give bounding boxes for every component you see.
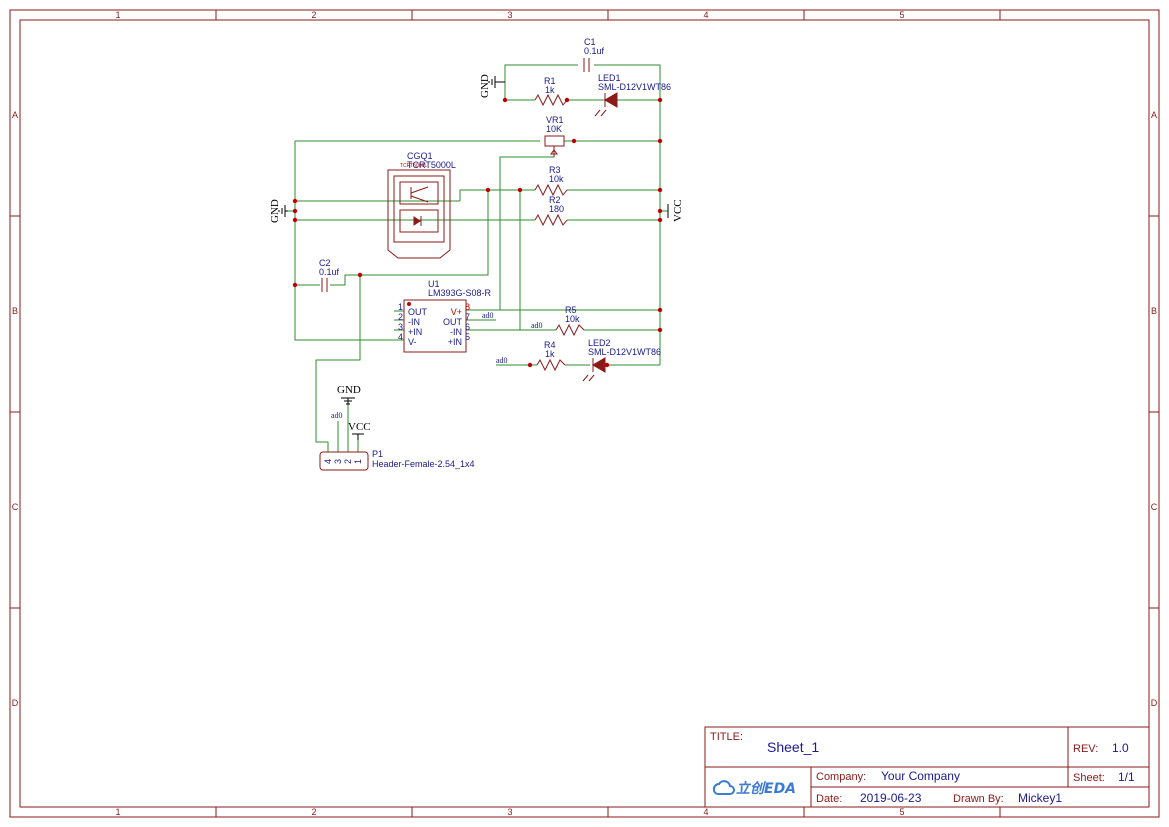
net-label-ad0: ad0 [496, 356, 508, 365]
date-value: 2019-06-23 [860, 791, 922, 805]
sheet-frame [9, 9, 1160, 818]
r3-value: 10k [549, 174, 564, 184]
u1-pin-num: 2 [398, 312, 403, 322]
net-label-ad0: ad0 [531, 321, 543, 330]
drawn-by-label: Drawn By: [953, 793, 1004, 805]
p1-pin-num: 4 [323, 459, 333, 464]
u1-pin-name: V+ [451, 307, 462, 317]
col-label: 5 [899, 10, 904, 20]
u1-pin-num: 4 [398, 332, 403, 342]
led-led2[interactable]: LED2 SML-D12V1WT86 [582, 338, 661, 382]
header-p1[interactable]: 4 3 2 1 P1 Header-Female-2.54_1x4 [319, 449, 475, 471]
cgq1-silk: TCRT5000L [400, 163, 427, 169]
gnd-symbol-bottom: GND [337, 384, 361, 405]
gnd-label: GND [479, 74, 491, 98]
u1-pin-num: 8 [465, 302, 470, 312]
u1-pin-name: OUT [443, 317, 463, 327]
u1-pin-name: -IN [450, 327, 462, 337]
row-label: C [12, 502, 19, 512]
eda-logo: 立创EDA [712, 780, 796, 797]
drawn-by-value: Mickey1 [1018, 791, 1062, 805]
u1-pin-num: 1 [398, 302, 403, 312]
col-label: 3 [507, 10, 512, 20]
u1-pin-name: -IN [408, 317, 420, 327]
row-label: A [12, 110, 18, 120]
col-label: 3 [507, 807, 512, 817]
vr1-value: 10K [546, 124, 562, 134]
row-label: A [1151, 110, 1157, 120]
vcc-symbol-right: VCC [667, 199, 684, 222]
resistor-r2[interactable]: R2 180 [534, 195, 568, 227]
date-label: Date: [816, 793, 842, 805]
p1-ref: P1 [372, 449, 383, 459]
resistor-r1[interactable]: R1 1k [534, 76, 568, 107]
row-label: B [1151, 306, 1157, 316]
p1-pin-num: 3 [333, 459, 343, 464]
p1-pin-num: 1 [353, 459, 363, 464]
sheet-label: Sheet: [1073, 772, 1105, 784]
company-value: Your Company [881, 769, 960, 783]
led1-value: SML-D12V1WT86 [598, 82, 671, 92]
resistor-r3[interactable]: R3 10k [534, 165, 568, 197]
col-label: 1 [115, 807, 120, 817]
net-label-ad0: ad0 [482, 311, 494, 320]
schematic-canvas: 1 2 3 4 5 1 2 3 4 5 A B C D A B C D C1 0… [9, 9, 1160, 818]
eda-logo-text: 立创EDA [736, 780, 796, 797]
u1-pin-num: 7 [465, 312, 470, 322]
row-label: D [12, 698, 19, 708]
gnd-symbol-left: GND [269, 199, 288, 223]
rev-value: 1.0 [1112, 741, 1129, 755]
row-label: B [12, 306, 18, 316]
c2-value: 0.1uf [319, 267, 340, 277]
led2-value: SML-D12V1WT86 [588, 347, 661, 357]
u1-pin-num: 3 [398, 322, 403, 332]
junctions [292, 97, 663, 368]
vcc-symbol-bottom: VCC [348, 421, 371, 440]
rev-label: REV: [1073, 743, 1098, 755]
row-label: C [1151, 502, 1158, 512]
sheet-title: Sheet_1 [767, 739, 819, 755]
r2-value: 180 [549, 204, 564, 214]
col-label: 2 [311, 807, 316, 817]
r4-value: 1k [545, 349, 555, 359]
frame-column-labels: 1 2 3 4 5 1 2 3 4 5 [115, 10, 904, 817]
p1-value: Header-Female-2.54_1x4 [372, 459, 475, 469]
gnd-label: GND [269, 199, 281, 223]
vcc-label: VCC [672, 199, 684, 222]
resistor-r4[interactable]: R4 1k [536, 340, 566, 372]
col-label: 4 [703, 807, 708, 817]
c1-value: 0.1uf [584, 46, 605, 56]
gnd-label: GND [337, 384, 361, 396]
u1-pin-name: OUT [408, 307, 428, 317]
u1-pin-num: 6 [465, 322, 470, 332]
title-block: TITLE: Sheet_1 REV: 1.0 Company: Your Co… [704, 726, 1150, 808]
ic-u1[interactable]: U1 LM393G-S08-R 1 2 3 4 OUT -IN +IN V- 8… [398, 279, 492, 353]
row-label: D [1151, 698, 1158, 708]
p1-pin-num: 2 [343, 459, 353, 464]
col-label: 5 [899, 807, 904, 817]
col-label: 2 [311, 10, 316, 20]
u1-value: LM393G-S08-R [428, 288, 492, 298]
net-label-ad0: ad0 [331, 411, 343, 420]
col-label: 4 [703, 10, 708, 20]
company-label: Company: [816, 771, 866, 783]
r1-value: 1k [545, 85, 555, 95]
u1-pin-name: +IN [448, 337, 462, 347]
potentiometer-vr1[interactable]: VR1 10K [544, 115, 565, 157]
sensor-cgq1[interactable]: CGQ1 TCRT5000L TCRT5000L [387, 151, 456, 259]
gnd-symbol-top: GND [479, 74, 505, 98]
frame-row-labels: A B C D A B C D [12, 110, 1158, 708]
col-label: 1 [115, 10, 120, 20]
sheet-value: 1/1 [1118, 770, 1135, 784]
vcc-label: VCC [348, 421, 371, 433]
capacitor-c2[interactable]: C2 0.1uf [319, 258, 340, 292]
capacitor-c1[interactable]: C1 0.1uf [583, 37, 605, 72]
title-label: TITLE: [710, 731, 743, 743]
r5-value: 10k [565, 314, 580, 324]
u1-pin-num: 5 [465, 332, 470, 342]
u1-pin-name: V- [408, 337, 417, 347]
u1-pin-name: +IN [408, 327, 422, 337]
